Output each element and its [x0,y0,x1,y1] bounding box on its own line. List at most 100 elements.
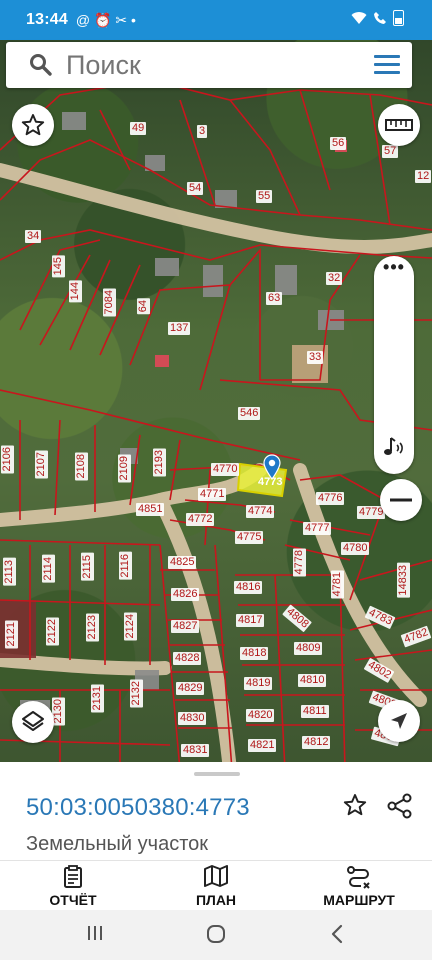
parcel-info-sheet[interactable]: 50:03:0050380:4773 Земельный участок [0,762,432,860]
report-label: ОТЧЁТ [49,892,97,908]
lot-label[interactable]: 2122 [46,617,59,646]
lot-label[interactable]: 4828 [173,652,202,665]
lot-label[interactable]: 33 [307,351,324,364]
system-icons [351,10,404,26]
lot-label[interactable]: 2116 [119,552,132,580]
battery-icon [393,10,404,26]
lot-label[interactable]: 4830 [178,712,207,725]
lot-label[interactable]: 34 [25,230,42,243]
lot-label[interactable]: 546 [238,407,261,420]
report-clipboard-icon [64,865,82,888]
lot-label[interactable]: 4825 [168,556,197,569]
lot-label[interactable]: 54 [187,182,204,195]
navigation-arrow-icon [391,713,407,729]
lot-label[interactable]: 2132 [130,679,143,708]
lot-label[interactable]: 63 [266,292,283,305]
lot-label[interactable]: 4820 [246,709,275,722]
search-input[interactable] [66,49,346,81]
lot-label[interactable]: 4817 [236,614,265,627]
lot-label[interactable]: 57 [382,145,399,158]
back-icon[interactable] [330,924,344,944]
lot-label[interactable]: 144 [69,280,82,303]
lot-label[interactable]: 2106 [1,445,14,474]
lot-label[interactable]: 4776 [316,492,345,505]
lot-label[interactable]: 49 [130,122,147,135]
lot-label[interactable]: 2113 [3,558,16,586]
lot-label[interactable]: 4774 [246,505,275,518]
lot-label[interactable]: 137 [168,322,191,335]
road-south [153,493,237,770]
lot-label[interactable]: 2115 [81,553,94,581]
cadastral-number: 50:03:0050380:4773 [26,794,250,821]
search-icon[interactable] [28,52,54,78]
my-location-button[interactable] [378,700,420,742]
status-bar: 13:44 @ ⏰ ✂ • [0,0,432,40]
lot-label[interactable]: 4816 [234,581,263,594]
minus-icon [390,498,412,502]
lot-label[interactable]: 4775 [235,531,264,544]
lot-label[interactable]: 4777 [303,522,332,535]
lot-label[interactable]: 4780 [341,542,370,555]
location-pin-icon[interactable] [263,454,281,480]
search-bar[interactable] [6,42,412,88]
ruler-icon [385,119,413,131]
lot-label[interactable]: 56 [330,137,347,150]
map-tools-panel: ••• [374,256,414,474]
lot-label[interactable]: 4829 [176,682,205,695]
lot-label[interactable]: 4826 [171,588,200,601]
lot-label[interactable]: 2131 [91,684,104,713]
lot-label[interactable]: 4811 [301,705,329,718]
zoom-out-button[interactable] [380,479,422,521]
lot-label[interactable]: 2107 [35,450,48,479]
lot-label[interactable]: 4818 [240,647,269,660]
lot-label[interactable]: 4821 [248,739,277,752]
lot-label[interactable]: 2108 [75,452,88,481]
lot-label[interactable]: 55 [256,190,273,203]
lot-label[interactable]: 4778 [293,548,306,577]
lot-label[interactable]: 4772 [186,513,215,526]
road-southwest [0,653,172,676]
menu-icon[interactable] [374,55,400,75]
lot-label[interactable]: 4812 [302,736,331,749]
lot-label[interactable]: 2123 [86,613,99,642]
recent-apps-icon[interactable] [86,924,104,942]
lot-label[interactable]: 12 [415,170,432,183]
notification-icons: @ ⏰ ✂ • [75,11,136,28]
lot-label[interactable]: 145 [52,255,65,278]
lot-label[interactable]: 4819 [244,677,273,690]
more-dots-icon[interactable]: ••• [374,258,414,276]
lot-label[interactable]: 4831 [181,744,210,757]
home-icon[interactable] [206,924,226,944]
system-navigation-bar [0,910,432,960]
lot-label[interactable]: 4781 [331,570,344,599]
lot-label[interactable]: 2193 [153,448,166,477]
star-outline-icon[interactable] [342,792,368,818]
share-icon[interactable] [386,792,414,820]
route-button[interactable]: МАРШРУТ [304,865,414,908]
plan-button[interactable]: ПЛАН [161,865,271,908]
sound-note-icon[interactable] [382,434,406,460]
favorite-button[interactable] [12,104,54,146]
lot-label[interactable]: 4827 [171,620,200,633]
lot-label[interactable]: 14833 [397,563,410,598]
lot-label[interactable]: 2109 [118,454,131,483]
report-button[interactable]: ОТЧЁТ [18,865,128,908]
lot-label[interactable]: 2121 [5,620,18,649]
lot-label[interactable]: 4771 [198,488,227,501]
lot-label[interactable]: 4770 [211,463,240,476]
drag-handle[interactable] [194,772,240,776]
lot-label[interactable]: 4809 [294,642,323,655]
lot-label[interactable]: 2124 [124,612,137,641]
lot-label[interactable]: 4810 [298,674,327,687]
ruler-button[interactable] [378,104,420,146]
lot-label[interactable]: 32 [326,272,343,285]
lot-label[interactable]: 3 [197,125,208,138]
map-plan-icon [204,865,228,887]
call-icon [374,12,386,24]
lot-label[interactable]: 2114 [42,555,55,583]
layers-button[interactable] [12,701,54,743]
cadastral-map[interactable]: 49 3 56 57 12 54 55 34 145 144 7084 64 1… [0,40,432,770]
lot-label[interactable]: 64 [137,298,150,315]
lot-label[interactable]: 4851 [136,503,165,516]
lot-label[interactable]: 7084 [103,288,116,317]
